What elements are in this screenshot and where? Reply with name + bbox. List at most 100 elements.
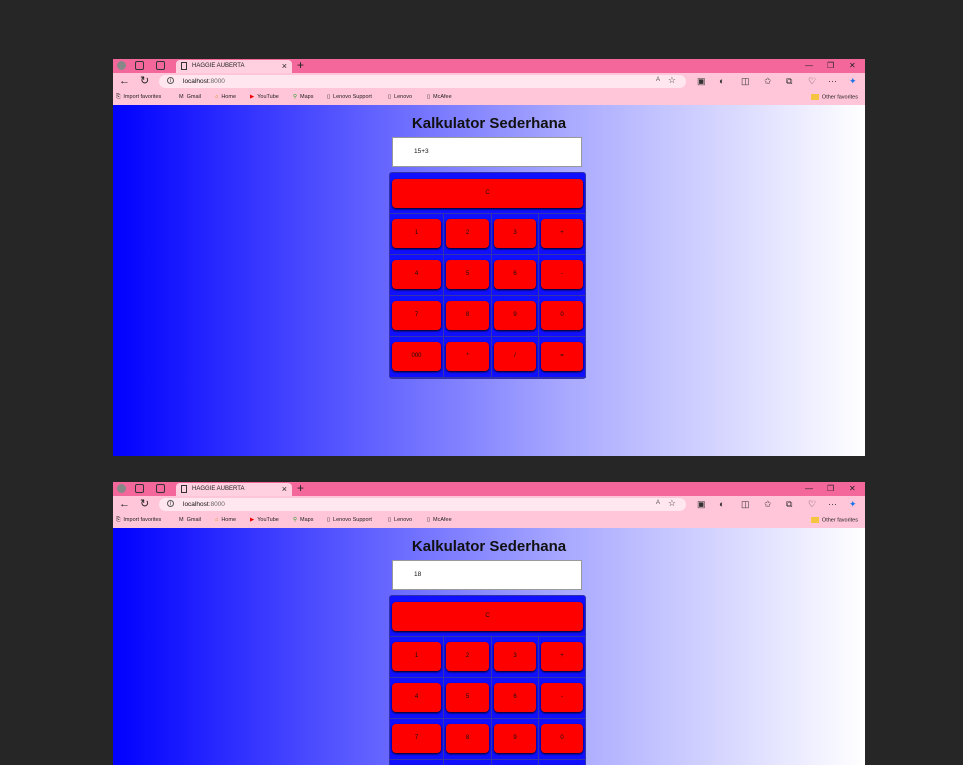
bookmark-gmail[interactable]: M Gmail <box>179 517 201 523</box>
key-minus-button[interactable]: - <box>541 260 583 289</box>
close-window-button[interactable]: ✕ <box>849 59 856 73</box>
reload-icon[interactable]: ↻ <box>140 497 149 512</box>
key-9-button[interactable]: 9 <box>494 301 536 330</box>
bookmark-lenovo[interactable]: ▯ Lenovo <box>388 517 412 523</box>
read-aloud-icon[interactable]: A <box>656 500 660 506</box>
split-screen-icon[interactable]: ◫ <box>741 75 750 88</box>
bookmark-gmail[interactable]: M Gmail <box>179 94 201 100</box>
extension-icon[interactable]: ▣ <box>697 498 706 511</box>
key-7-button[interactable]: 7 <box>392 724 441 753</box>
new-tab-button[interactable]: + <box>297 482 304 495</box>
key-0-button[interactable]: 0 <box>541 724 583 753</box>
key-plus-button[interactable]: + <box>541 219 583 248</box>
workspaces-icon[interactable] <box>156 484 165 493</box>
bookmark-home[interactable]: ⌂ Home <box>215 517 236 523</box>
other-favorites[interactable]: Other favorites <box>810 94 858 100</box>
calculator-display[interactable]: 15+3 <box>392 137 582 167</box>
bookmark-home[interactable]: ⌂ Home <box>215 94 236 100</box>
bookmark-maps[interactable]: ⚲ Maps <box>293 94 313 100</box>
folder-icon <box>810 517 819 523</box>
key-8-button[interactable]: 8 <box>446 301 489 330</box>
favorite-star-icon[interactable]: ☆ <box>668 75 676 86</box>
calculator-display[interactable]: 18 <box>392 560 582 590</box>
key-7-button[interactable]: 7 <box>392 301 441 330</box>
profile-avatar-icon[interactable] <box>117 484 126 493</box>
key-6-button[interactable]: 6 <box>494 260 536 289</box>
browser-essentials-icon[interactable]: ♡ <box>808 498 816 511</box>
key-2-button[interactable]: 2 <box>446 642 489 671</box>
workspaces-icon[interactable] <box>156 61 165 70</box>
key-3-button[interactable]: 3 <box>494 642 536 671</box>
bookmark-lenovo-support[interactable]: ▯ Lenovo Support <box>327 517 372 523</box>
key-plus-button[interactable]: + <box>541 642 583 671</box>
clear-button[interactable]: C <box>392 179 583 208</box>
browser-tab[interactable]: HAGGIE AUBERTA × <box>176 483 292 496</box>
address-input[interactable]: i localhost:8000 A ☆ <box>159 75 686 88</box>
bookmark-mcafee[interactable]: ▯ McAfee <box>427 517 452 523</box>
favorites-icon[interactable]: ✩ <box>764 498 772 511</box>
key-5-button[interactable]: 5 <box>446 683 489 712</box>
copilot-icon[interactable]: ✦ <box>849 75 857 88</box>
key-6-button[interactable]: 6 <box>494 683 536 712</box>
split-screen-icon[interactable]: ◫ <box>741 498 750 511</box>
bookmark-lenovo-support[interactable]: ▯ Lenovo Support <box>327 94 372 100</box>
bookmark-import-favorites[interactable]: ⎘ Import favorites <box>116 517 161 524</box>
key-multiply-button[interactable]: * <box>446 342 489 371</box>
key-equals-button[interactable]: = <box>541 342 583 371</box>
collections-icon[interactable]: ⧉ <box>786 498 792 511</box>
back-arrow-icon[interactable]: ← <box>119 74 130 89</box>
collections-icon[interactable]: ⧉ <box>786 75 792 88</box>
tab-close-icon[interactable]: × <box>282 61 287 71</box>
bookmark-lenovo[interactable]: ▯ Lenovo <box>388 94 412 100</box>
key-1-button[interactable]: 1 <box>392 642 441 671</box>
key-1-button[interactable]: 1 <box>392 219 441 248</box>
browser-tab[interactable]: HAGGIE AUBERTA × <box>176 60 292 73</box>
address-input[interactable]: i localhost:8000 A ☆ <box>159 498 686 511</box>
key-5-button[interactable]: 5 <box>446 260 489 289</box>
clear-button[interactable]: C <box>392 602 583 631</box>
key-minus-button[interactable]: - <box>541 683 583 712</box>
key-9-button[interactable]: 9 <box>494 724 536 753</box>
site-info-icon[interactable]: i <box>167 500 174 507</box>
restore-button[interactable]: ❐ <box>827 482 834 496</box>
key-2-button[interactable]: 2 <box>446 219 489 248</box>
close-window-button[interactable]: ✕ <box>849 482 856 496</box>
tab-actions-icon[interactable] <box>135 61 144 70</box>
copilot-icon[interactable]: ✦ <box>849 498 857 511</box>
other-favorites[interactable]: Other favorites <box>810 517 858 523</box>
key-0-button[interactable]: 0 <box>541 301 583 330</box>
copilot-circle-icon[interactable]: ◐ <box>719 75 724 88</box>
restore-button[interactable]: ❐ <box>827 59 834 73</box>
site-info-icon[interactable]: i <box>167 77 174 84</box>
profile-avatar-icon[interactable] <box>117 61 126 70</box>
bookmark-youtube[interactable]: ▶ YouTube <box>250 94 279 100</box>
key-4-button[interactable]: 4 <box>392 260 441 289</box>
button-grid: 123+456-7890000*/= <box>390 637 586 765</box>
tab-close-icon[interactable]: × <box>282 484 287 494</box>
key-divide-button[interactable]: / <box>494 342 536 371</box>
favorite-star-icon[interactable]: ☆ <box>668 498 676 509</box>
bookmark-maps[interactable]: ⚲ Maps <box>293 517 313 523</box>
more-icon[interactable]: ··· <box>828 75 837 88</box>
browser-essentials-icon[interactable]: ♡ <box>808 75 816 88</box>
read-aloud-icon[interactable]: A <box>656 77 660 83</box>
more-icon[interactable]: ··· <box>828 498 837 511</box>
bookmark-youtube[interactable]: ▶ YouTube <box>250 517 279 523</box>
tab-actions-icon[interactable] <box>135 484 144 493</box>
key-3-button[interactable]: 3 <box>494 219 536 248</box>
bookmark-mcafee[interactable]: ▯ McAfee <box>427 94 452 100</box>
reload-icon[interactable]: ↻ <box>140 74 149 89</box>
key-triple-zero-button[interactable]: 000 <box>392 342 441 371</box>
key-4-button[interactable]: 4 <box>392 683 441 712</box>
bookmark-import-favorites[interactable]: ⎘ Import favorites <box>116 94 161 101</box>
back-arrow-icon[interactable]: ← <box>119 497 130 512</box>
minimize-button[interactable]: — <box>805 59 813 73</box>
extension-icon[interactable]: ▣ <box>697 75 706 88</box>
copilot-circle-icon[interactable]: ◐ <box>719 498 724 511</box>
page-icon: ▯ <box>427 517 431 523</box>
new-tab-button[interactable]: + <box>297 59 304 72</box>
minimize-button[interactable]: — <box>805 482 813 496</box>
maps-pin-icon: ⚲ <box>293 94 298 100</box>
favorites-icon[interactable]: ✩ <box>764 75 772 88</box>
key-8-button[interactable]: 8 <box>446 724 489 753</box>
